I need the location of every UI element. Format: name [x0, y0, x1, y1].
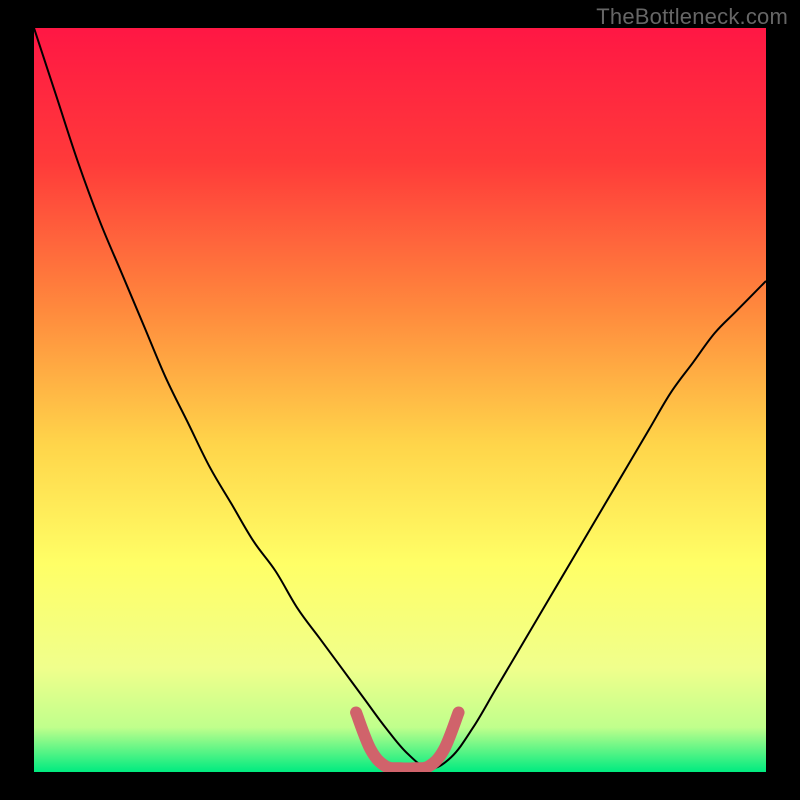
bottleneck-chart-svg: [34, 28, 766, 772]
watermark-text: TheBottleneck.com: [596, 4, 788, 30]
gradient-background: [34, 28, 766, 772]
plot-area: [34, 28, 766, 772]
chart-frame: TheBottleneck.com: [0, 0, 800, 800]
